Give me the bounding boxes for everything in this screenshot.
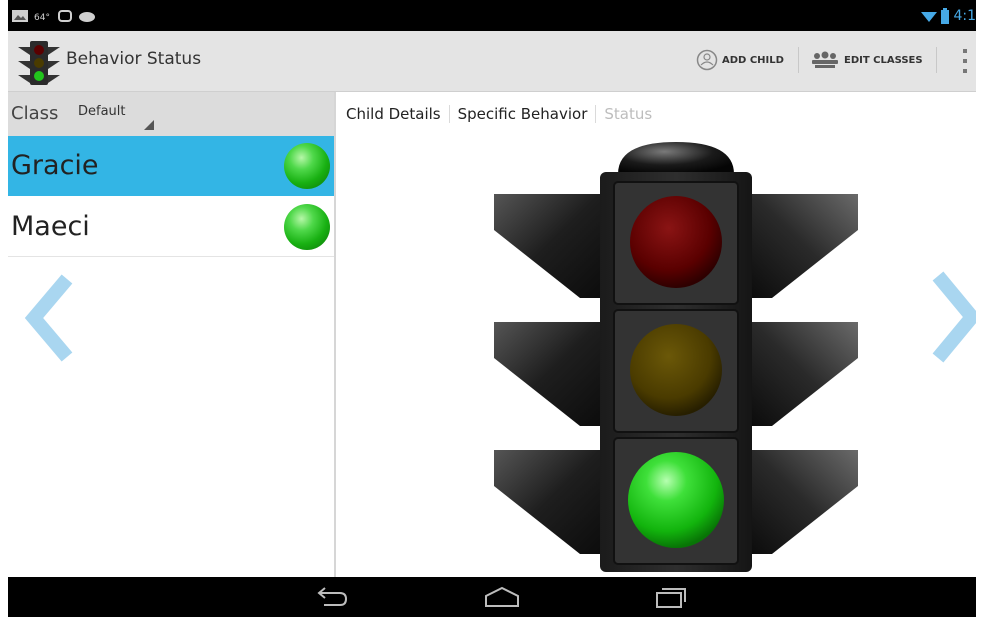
list-item-child[interactable]: Maeci [8,197,334,257]
class-selector-row: Class Default [8,92,334,136]
cloud-icon [79,11,95,22]
child-name: Maeci [11,211,90,242]
list-item-child[interactable]: Gracie [8,136,334,196]
class-dropdown-value: Default [78,104,126,119]
gallery-icon [12,9,28,22]
traffic-light-cap [618,142,734,174]
detail-tabs: Child Details Specific Behavior Status [346,104,660,124]
add-child-button[interactable]: ADD CHILD [696,49,784,71]
svg-text:64°: 64° [34,13,50,22]
list-divider [8,256,334,257]
battery-icon [941,7,950,24]
tab-child-details[interactable]: Child Details [346,105,449,123]
dropdown-corner-icon [144,120,154,130]
edit-classes-label: EDIT CLASSES [844,54,923,66]
overflow-menu-icon[interactable] [962,49,968,73]
wifi-icon [921,11,938,22]
status-bar: 64° 4:1 [8,0,976,31]
action-bar: Behavior Status ADD CHILD EDIT CLASSES [8,31,976,92]
notification-icons: 64° [12,0,96,31]
add-child-icon [696,49,718,71]
system-icons: 4:1 [921,0,976,31]
app-title: Behavior Status [66,49,202,69]
green-status-icon [284,143,330,189]
red-light-icon [630,196,722,288]
add-child-label: ADD CHILD [722,54,784,66]
action-divider [936,47,937,73]
traffic-light-app-icon[interactable] [16,37,62,87]
green-status-icon [284,204,330,250]
previous-arrow-icon[interactable] [22,273,82,363]
tab-divider [595,105,597,123]
traffic-light [494,142,858,572]
class-dropdown[interactable]: Default [78,104,154,130]
app-window: 64° 4:1 Behavior Status ADD CHILD EDIT C… [8,0,976,617]
clock: 4:1 [953,7,976,24]
child-name: Gracie [11,150,99,181]
class-label: Class [11,103,59,124]
navigation-bar [8,577,976,617]
sync-icon [58,9,72,22]
tab-status[interactable]: Status [604,105,660,123]
tab-divider [448,105,450,123]
weather-icon: 64° [34,13,50,22]
tab-specific-behavior[interactable]: Specific Behavior [458,105,596,123]
edit-classes-icon [812,51,838,68]
yellow-light-icon [630,324,722,416]
action-divider [798,47,799,73]
home-icon[interactable] [482,585,522,609]
back-icon[interactable] [314,585,350,609]
green-light-icon [628,452,724,548]
edit-classes-button[interactable]: EDIT CLASSES [810,49,923,71]
recent-apps-icon[interactable] [654,585,688,609]
next-arrow-icon[interactable] [924,270,976,364]
